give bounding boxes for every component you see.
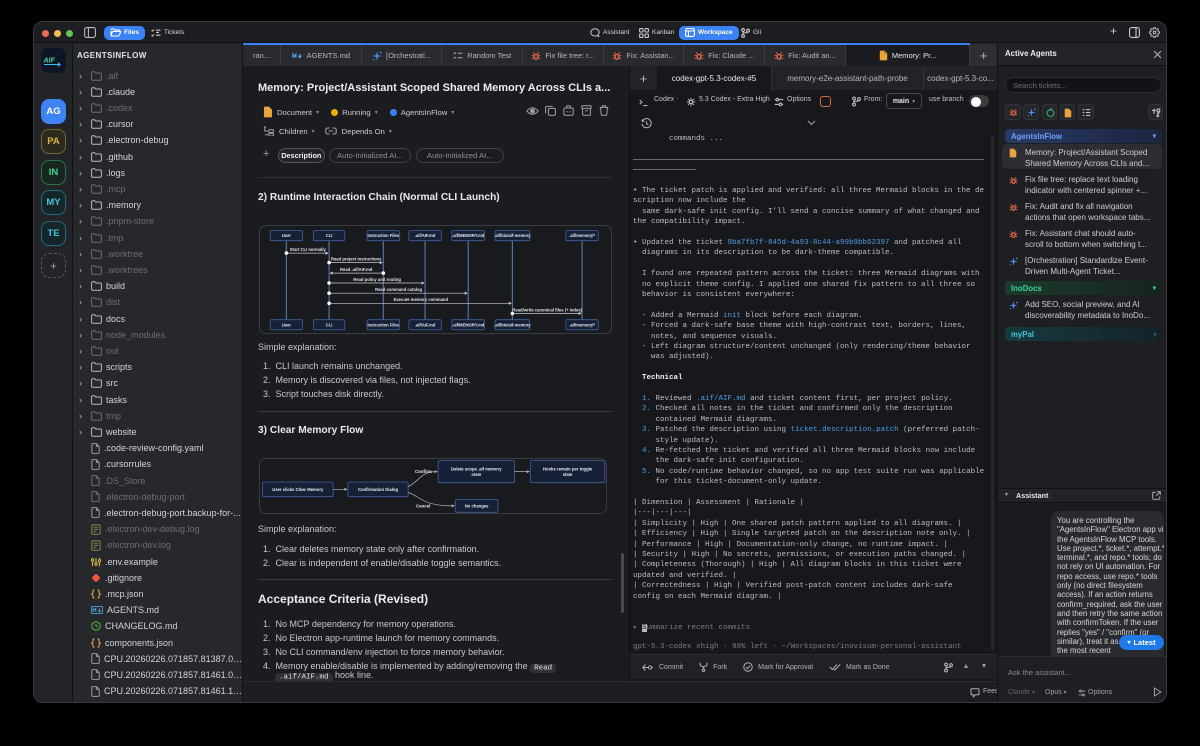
svg-text:CLI: CLI	[325, 322, 332, 327]
svg-text:Cancel: Cancel	[416, 503, 430, 508]
svg-text:Execute memory command: Execute memory command	[393, 297, 448, 302]
svg-text:No changes: No changes	[464, 504, 488, 509]
svg-text:User: User	[282, 322, 292, 327]
svg-text:Read project instructions: Read project instructions	[331, 256, 382, 261]
svg-text:Hooks remain per toggle: Hooks remain per toggle	[543, 467, 593, 472]
svg-text:.aif/AIF.md: .aif/AIF.md	[415, 233, 436, 238]
svg-text:AIF: AIF	[43, 57, 56, 64]
svg-text:Instruction Files: Instruction Files	[367, 322, 399, 327]
svg-text:Read/write canonical files (+: Read/write canonical files (+ index)	[512, 307, 582, 312]
svg-text:.aif/MEMORY.md: .aif/MEMORY.md	[452, 322, 485, 327]
svg-text:.aif/bin/aif-memory: .aif/bin/aif-memory	[494, 322, 531, 327]
svg-text:Confirm: Confirm	[415, 469, 432, 474]
svg-text:Start CLI normally: Start CLI normally	[289, 247, 326, 252]
svg-text:User clicks Clear Memory: User clicks Clear Memory	[272, 487, 324, 492]
svg-text:state: state	[471, 472, 481, 477]
svg-text:User: User	[282, 233, 292, 238]
svg-text:Confirmation Dialog: Confirmation Dialog	[357, 487, 397, 492]
svg-text:Delete scope .aif memory: Delete scope .aif memory	[451, 467, 502, 472]
svg-text:CLI: CLI	[325, 233, 332, 238]
svg-text:.aif/bin/aif-memory: .aif/bin/aif-memory	[494, 233, 531, 238]
svg-text:Read .aif/AIF.md: Read .aif/AIF.md	[340, 267, 373, 272]
svg-text:.aif/MEMORY.md: .aif/MEMORY.md	[452, 233, 485, 238]
svg-text:.aif/AIF.md: .aif/AIF.md	[415, 322, 436, 327]
svg-text:Instruction Files: Instruction Files	[367, 233, 399, 238]
svg-text:state: state	[562, 472, 572, 477]
svg-text:.aif/memory/*: .aif/memory/*	[569, 322, 595, 327]
svg-text:Read policy and routing: Read policy and routing	[353, 277, 401, 282]
svg-text:Read command catalog: Read command catalog	[375, 287, 422, 292]
svg-text:.aif/memory/*: .aif/memory/*	[569, 233, 595, 238]
